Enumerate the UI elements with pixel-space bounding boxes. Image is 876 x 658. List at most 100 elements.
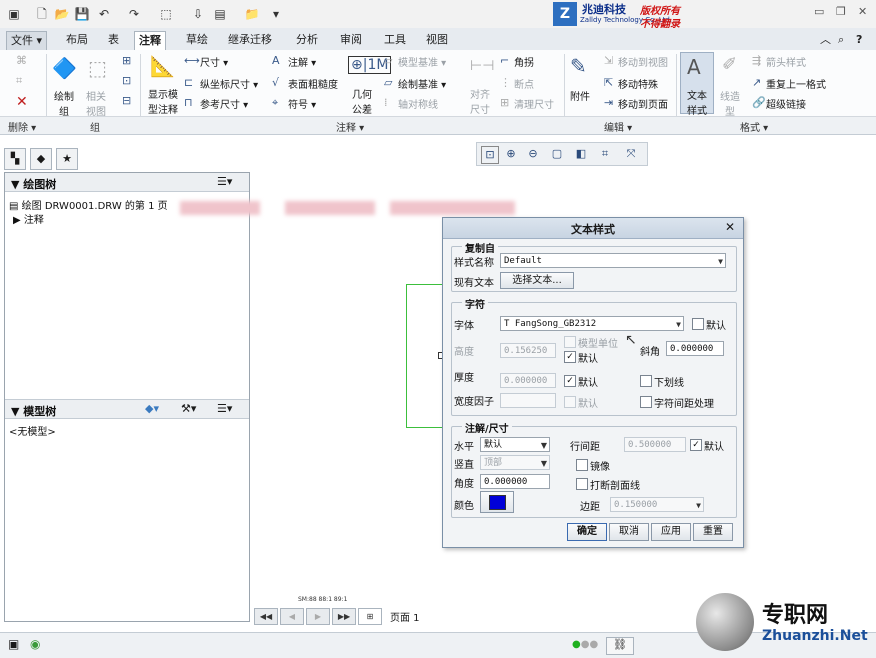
height-input[interactable]: 0.156250 — [500, 343, 556, 358]
font-default-checkbox[interactable] — [692, 318, 704, 330]
show-model-annot-icon[interactable]: 📐 — [150, 54, 175, 78]
kerning-checkbox[interactable] — [640, 396, 652, 408]
tab-layers[interactable]: ◆ — [30, 148, 52, 170]
ordinate-dimension-button[interactable]: 纵坐标尺寸 ▾ — [200, 76, 258, 91]
model-tree-settings-icon[interactable]: ☰▾ — [217, 402, 232, 415]
tab-file[interactable]: 文件 ▾ — [6, 31, 48, 50]
save-icon[interactable]: 💾 — [74, 6, 90, 22]
move-to-page-button[interactable]: 移动到页面 — [618, 96, 668, 111]
group-op-icon-2[interactable]: ⊡ — [122, 74, 131, 87]
surface-finish-button[interactable]: 表面粗糙度 — [288, 76, 338, 91]
symbol-button[interactable]: 符号 ▾ — [288, 96, 316, 111]
related-view-icon[interactable]: ⬚ — [88, 56, 107, 80]
folder-icon[interactable]: 📁 — [244, 6, 260, 22]
format-group-label[interactable]: 格式 ▾ — [740, 119, 768, 134]
width-factor-input[interactable] — [500, 393, 556, 408]
text-style-button[interactable]: A 文本样式 — [680, 52, 714, 117]
regenerate-icon[interactable]: ⇩ — [190, 6, 206, 22]
move-to-view-button[interactable]: 移动到视图 — [618, 54, 668, 69]
height-default-checkbox[interactable]: ✓ — [564, 351, 576, 363]
drawing-tree-root[interactable]: ▤ 绘图 DRW0001.DRW 的第 1 页 — [9, 197, 168, 212]
line-spacing-input[interactable]: 0.500000 — [624, 437, 686, 452]
move-special-button[interactable]: 移动特殊 — [618, 76, 658, 91]
underline-checkbox[interactable] — [640, 375, 652, 387]
vertical-dropdown[interactable]: 顶部 ▼ — [480, 455, 550, 470]
undo-icon[interactable]: ↶ — [96, 6, 112, 22]
model-datum-button[interactable]: 模型基准 ▾ — [398, 54, 446, 69]
group-op-icon-1[interactable]: ⊞ — [122, 54, 131, 67]
tab-model-tree[interactable]: ▚ — [4, 148, 26, 170]
related-view-button[interactable]: 相关视图 — [84, 88, 108, 118]
reset-button[interactable]: 重置 — [693, 523, 733, 541]
restore-icon[interactable]: ❐ — [836, 5, 846, 18]
dialog-titlebar[interactable]: 文本样式 ✕ — [443, 218, 743, 239]
display-style-icon[interactable]: ◧ — [573, 146, 589, 162]
line-spacing-default-checkbox[interactable]: ✓ — [690, 439, 702, 451]
angle-input[interactable]: 0.000000 — [480, 474, 550, 489]
thickness-input[interactable]: 0.000000 — [500, 373, 556, 388]
tab-favorites[interactable]: ★ — [56, 148, 78, 170]
ok-button[interactable]: 确定 — [567, 523, 607, 541]
search-icon[interactable]: ⌕ — [834, 31, 848, 49]
prev-page-button[interactable]: ◀ — [280, 608, 304, 625]
zoom-out-icon[interactable]: ⊖ — [525, 146, 541, 162]
annotation-group-label[interactable]: 注释 ▾ — [336, 119, 364, 134]
align-dimensions-button[interactable]: 对齐尺寸 — [470, 86, 490, 116]
draw-group-icon[interactable]: 🔷 — [52, 56, 77, 80]
model-tree-filter-icon[interactable]: ◆▾ — [145, 402, 159, 415]
repeat-last-format-button[interactable]: 重复上一格式 — [766, 76, 826, 91]
last-page-button[interactable]: ▶▶ — [332, 608, 356, 625]
model-units-checkbox[interactable] — [564, 336, 576, 348]
dimension-button[interactable]: 尺寸 ▾ — [200, 54, 228, 69]
tab-analysis[interactable]: 分析 — [292, 31, 322, 49]
tab-legacy-migration[interactable]: 继承迁移 — [224, 31, 276, 49]
add-page-icon[interactable]: ⊞ — [358, 608, 382, 625]
delete-item-icon[interactable]: ⌗ — [16, 74, 22, 88]
line-style-button[interactable]: 线造型 — [720, 88, 740, 118]
show-model-annotations-button[interactable]: 显示模型注释 — [146, 86, 180, 116]
collapse-ribbon-icon[interactable]: ︿ — [816, 31, 835, 49]
mirror-checkbox[interactable] — [576, 459, 588, 471]
draw-datum-button[interactable]: 绘制基准 ▾ — [398, 76, 446, 91]
hyperlink-button[interactable]: 超级链接 — [766, 96, 806, 111]
cancel-button[interactable]: 取消 — [609, 523, 649, 541]
axis-symmetry-button[interactable]: 轴对称线 — [398, 96, 438, 111]
redo-icon[interactable]: ↷ — [126, 6, 142, 22]
tab-sketch[interactable]: 草绘 — [182, 31, 212, 49]
repaint-icon[interactable]: ▢ — [549, 146, 565, 162]
tab-annotate[interactable]: 注释 — [134, 31, 166, 51]
width-default-checkbox[interactable] — [564, 396, 576, 408]
geometric-tolerance-button[interactable]: 几何公差 — [352, 86, 372, 116]
minimize-icon[interactable]: ▭ — [814, 5, 824, 18]
draw-group-button[interactable]: 绘制组 — [52, 88, 76, 118]
model-tree-header[interactable]: ▼ 模型树 ◆▾ ⚒▾ ☰▾ — [5, 399, 249, 419]
browser-icon[interactable]: ◉ — [30, 637, 40, 651]
refit-icon[interactable]: ⊡ — [481, 146, 499, 164]
customize-icon[interactable]: ▾ — [268, 6, 284, 22]
windows-icon[interactable]: ▤ — [212, 6, 228, 22]
find-icon[interactable]: ⛓ — [606, 637, 634, 655]
model-tree-columns-icon[interactable]: ⚒▾ — [181, 402, 196, 415]
show-navigator-icon[interactable]: ▣ — [8, 637, 19, 651]
delete-icon[interactable]: ✕ — [16, 94, 28, 110]
note-button[interactable]: 注解 ▾ — [288, 54, 316, 69]
zoom-in-icon[interactable]: ⊕ — [503, 146, 519, 162]
group-op-icon-3[interactable]: ⊟ — [122, 94, 131, 107]
close-icon[interactable]: ✕ — [858, 5, 867, 18]
annotation-display-icon[interactable]: ⤧ — [623, 146, 639, 162]
tab-review[interactable]: 审阅 — [336, 31, 366, 49]
font-dropdown[interactable]: T FangSong_GB2312 ▼ — [500, 316, 684, 331]
select-icon[interactable]: ⬚ — [158, 6, 174, 22]
color-button[interactable] — [480, 491, 514, 513]
drawing-tree-header[interactable]: ▼ 绘图树 ☰▾ — [5, 173, 249, 192]
horizontal-dropdown[interactable]: 默认 ▼ — [480, 437, 550, 452]
help-icon[interactable]: ? — [852, 31, 866, 49]
margin-dropdown[interactable]: 0.150000 ▼ — [610, 497, 704, 512]
delete-dim-icon[interactable]: ⌘ — [16, 54, 27, 67]
thickness-default-checkbox[interactable]: ✓ — [564, 375, 576, 387]
app-icon[interactable]: ▣ — [6, 6, 22, 22]
page-tab[interactable]: 页面 1 — [390, 609, 420, 624]
datum-display-icon[interactable]: ⌗ — [597, 146, 613, 162]
corner-button[interactable]: 角拐 — [514, 54, 534, 69]
arrow-style-button[interactable]: 箭头样式 — [766, 54, 806, 69]
